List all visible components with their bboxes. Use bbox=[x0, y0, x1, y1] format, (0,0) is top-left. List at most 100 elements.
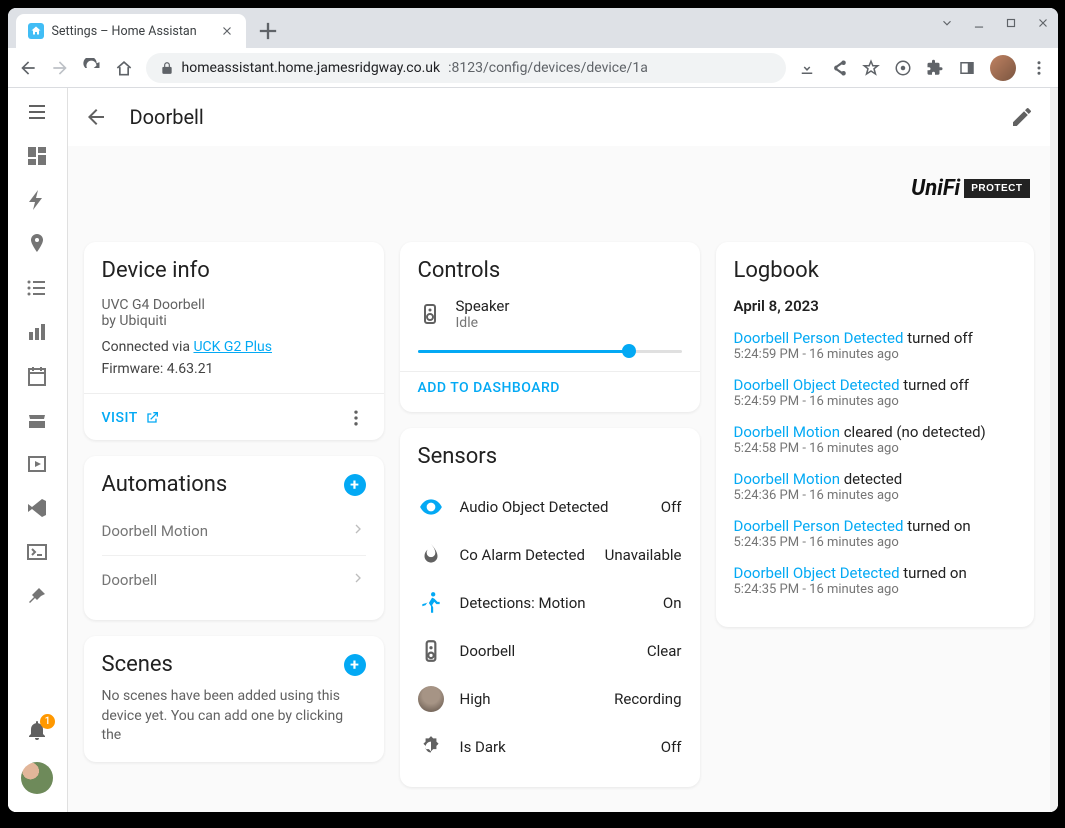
image-icon bbox=[418, 686, 444, 712]
sensor-row[interactable]: HighRecording bbox=[418, 675, 682, 723]
sensor-row[interactable]: Audio Object DetectedOff bbox=[418, 483, 682, 531]
terminal-icon[interactable] bbox=[25, 540, 49, 564]
logbook-entity-link[interactable]: Doorbell Person Detected bbox=[734, 329, 904, 347]
browser-tab-active[interactable]: Settings – Home Assistan bbox=[16, 14, 246, 48]
new-tab-button[interactable] bbox=[254, 17, 282, 45]
brand-tag: PROTECT bbox=[964, 179, 1029, 198]
open-external-icon bbox=[144, 410, 160, 426]
sensors-title: Sensors bbox=[418, 444, 682, 469]
add-automation-button[interactable]: + bbox=[344, 474, 366, 496]
speaker-volume-slider[interactable] bbox=[418, 341, 682, 361]
chevron-down-icon[interactable] bbox=[940, 16, 954, 30]
sensor-row[interactable]: DoorbellClear bbox=[418, 627, 682, 675]
logbook-entry-meta: 5:24:35 PM - 16 minutes ago bbox=[734, 535, 1016, 550]
device-model: UVC G4 Doorbell bbox=[102, 297, 366, 313]
map-marker-icon[interactable] bbox=[25, 232, 49, 256]
url-path: :8123/config/devices/device/1a bbox=[448, 60, 648, 76]
profile-avatar[interactable] bbox=[990, 55, 1016, 81]
logbook-entry[interactable]: Doorbell Object Detected turned off5:24:… bbox=[734, 376, 1016, 409]
window-controls bbox=[940, 16, 1050, 30]
logbook-entity-link[interactable]: Doorbell Object Detected bbox=[734, 564, 900, 582]
visit-button[interactable]: VISIT bbox=[102, 410, 160, 426]
fire-icon bbox=[418, 542, 444, 568]
scrollbar[interactable] bbox=[1050, 88, 1058, 812]
media-icon[interactable] bbox=[25, 452, 49, 476]
edit-pencil-icon[interactable] bbox=[1010, 105, 1034, 129]
logbook-entry[interactable]: Doorbell Motion detected5:24:36 PM - 16 … bbox=[734, 470, 1016, 503]
logbook-entity-link[interactable]: Doorbell Object Detected bbox=[734, 376, 900, 394]
share-icon[interactable] bbox=[830, 59, 848, 77]
back-arrow-icon[interactable] bbox=[84, 105, 108, 129]
sidepanel-icon[interactable] bbox=[958, 59, 976, 77]
logbook-entry[interactable]: Doorbell Motion cleared (no detected)5:2… bbox=[734, 423, 1016, 456]
scenes-card: Scenes + No scenes have been added using… bbox=[84, 636, 384, 762]
sensors-card: Sensors Audio Object DetectedOffCo Alarm… bbox=[400, 428, 700, 787]
maximize-icon[interactable] bbox=[1004, 16, 1018, 30]
device-firmware: Firmware: 4.63.21 bbox=[102, 361, 366, 377]
home-button[interactable] bbox=[114, 58, 134, 78]
extensions-icon[interactable] bbox=[926, 59, 944, 77]
sensor-row[interactable]: Is DarkOff bbox=[418, 723, 682, 771]
logbook-entry-meta: 5:24:36 PM - 16 minutes ago bbox=[734, 488, 1016, 503]
omnibox[interactable]: homeassistant.home.jamesridgway.co.uk :81… bbox=[146, 53, 786, 83]
logbook-entry[interactable]: Doorbell Object Detected turned on5:24:3… bbox=[734, 564, 1016, 597]
minimize-icon[interactable] bbox=[972, 16, 986, 30]
hacs-store-icon[interactable] bbox=[25, 408, 49, 432]
sensor-row[interactable]: Co Alarm DetectedUnavailable bbox=[418, 531, 682, 579]
ha-topbar: Doorbell bbox=[68, 88, 1050, 146]
automations-card: Automations + Doorbell MotionDoorbell bbox=[84, 456, 384, 620]
hamburger-menu-icon[interactable] bbox=[25, 100, 49, 124]
pin-icon[interactable] bbox=[25, 584, 49, 608]
logbook-entity-link[interactable]: Doorbell Motion bbox=[734, 423, 840, 441]
logbook-entity-link[interactable]: Doorbell Motion bbox=[734, 470, 840, 488]
logbook-entry-meta: 5:24:58 PM - 16 minutes ago bbox=[734, 441, 1016, 456]
add-to-dashboard-button[interactable]: ADD TO DASHBOARD bbox=[400, 371, 700, 396]
lock-icon bbox=[160, 61, 174, 75]
sensor-row[interactable]: Detections: MotionOn bbox=[418, 579, 682, 627]
notifications-bell-icon[interactable]: 1 bbox=[25, 718, 49, 742]
sensor-value: Recording bbox=[614, 690, 681, 708]
close-window-icon[interactable] bbox=[1036, 16, 1050, 30]
logbook-card: Logbook April 8, 2023 Doorbell Person De… bbox=[716, 242, 1034, 627]
extension-shield-icon[interactable] bbox=[894, 59, 912, 77]
logbook-entry[interactable]: Doorbell Person Detected turned on5:24:3… bbox=[734, 517, 1016, 550]
ha-content: UniFi PROTECT Device info UVC G4 Doorbel… bbox=[68, 146, 1050, 812]
brightness-icon bbox=[418, 734, 444, 760]
energy-icon[interactable] bbox=[25, 188, 49, 212]
brand-logo: UniFi PROTECT bbox=[911, 176, 1029, 201]
logbook-entry-title: Doorbell Person Detected turned on bbox=[734, 517, 1016, 535]
history-chart-icon[interactable] bbox=[25, 320, 49, 344]
ha-sidebar: 1 bbox=[8, 88, 68, 812]
logbook-list-icon[interactable] bbox=[25, 276, 49, 300]
reload-button[interactable] bbox=[82, 58, 102, 78]
sensor-name: Detections: Motion bbox=[460, 594, 647, 612]
add-scene-button[interactable]: + bbox=[344, 654, 366, 676]
kebab-menu-icon[interactable] bbox=[1030, 59, 1048, 77]
back-button[interactable] bbox=[18, 58, 38, 78]
logbook-entry-title: Doorbell Object Detected turned on bbox=[734, 564, 1016, 582]
vscode-icon[interactable] bbox=[25, 496, 49, 520]
logbook-entity-link[interactable]: Doorbell Person Detected bbox=[734, 517, 904, 535]
install-icon[interactable] bbox=[798, 59, 816, 77]
automation-row[interactable]: Doorbell Motion bbox=[102, 507, 366, 555]
calendar-icon[interactable] bbox=[25, 364, 49, 388]
forward-button[interactable] bbox=[50, 58, 70, 78]
chevron-right-icon bbox=[350, 570, 366, 590]
address-bar-actions bbox=[798, 55, 1048, 81]
user-avatar[interactable] bbox=[21, 762, 53, 794]
dashboard-icon[interactable] bbox=[25, 144, 49, 168]
more-options-icon[interactable] bbox=[346, 408, 366, 428]
logbook-title: Logbook bbox=[734, 258, 1016, 283]
automation-row[interactable]: Doorbell bbox=[102, 555, 366, 604]
url-host: homeassistant.home.jamesridgway.co.uk bbox=[182, 60, 441, 76]
sensor-name: Doorbell bbox=[460, 642, 631, 660]
bookmark-star-icon[interactable] bbox=[862, 59, 880, 77]
sensor-value: Off bbox=[661, 738, 682, 756]
automation-label: Doorbell bbox=[102, 571, 158, 589]
logbook-entry[interactable]: Doorbell Person Detected turned off5:24:… bbox=[734, 329, 1016, 362]
close-tab-icon[interactable] bbox=[220, 24, 234, 38]
doorbell-icon bbox=[418, 638, 444, 664]
controls-title: Controls bbox=[418, 258, 682, 283]
logbook-entry-meta: 5:24:59 PM - 16 minutes ago bbox=[734, 394, 1016, 409]
hub-link[interactable]: UCK G2 Plus bbox=[193, 339, 272, 355]
